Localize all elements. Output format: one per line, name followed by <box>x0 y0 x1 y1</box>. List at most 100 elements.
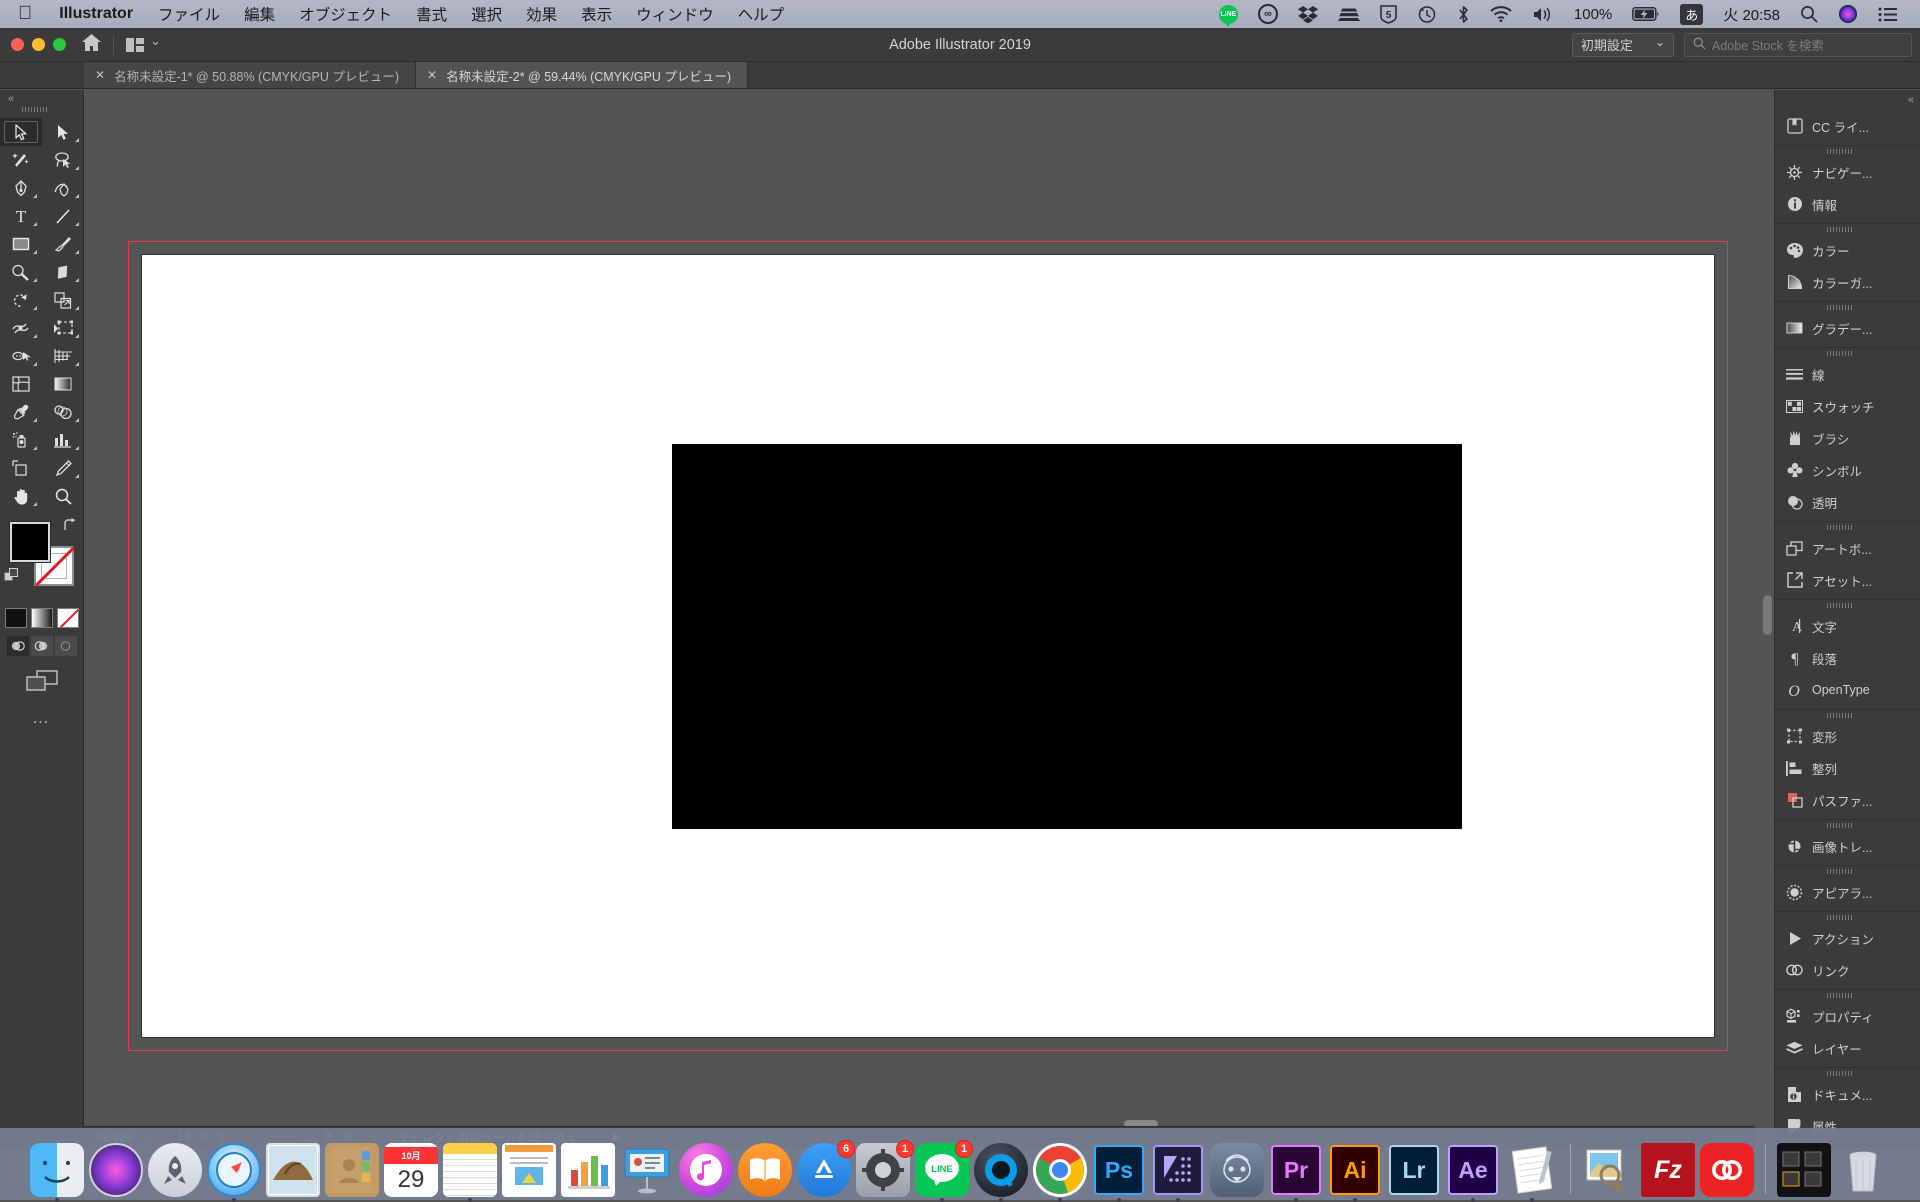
panel-artboards[interactable]: アートボ... <box>1775 532 1920 564</box>
menu-effect[interactable]: 効果 <box>514 3 569 25</box>
panel-stroke[interactable]: 線 <box>1775 358 1920 390</box>
dock-item-trash[interactable] <box>1835 1142 1891 1198</box>
menu-select[interactable]: 選択 <box>459 3 514 25</box>
dock-item-blender[interactable] <box>1209 1142 1265 1198</box>
panel-pathfinder[interactable]: パスファ... <box>1775 784 1920 816</box>
draw-behind-mode-button[interactable] <box>31 636 53 656</box>
document-tab-1[interactable]: ✕ 名称未設定-1* @ 50.88% (CMYK/GPU プレビュー) <box>84 62 416 88</box>
dock-item-filezilla[interactable]: Fz <box>1640 1142 1696 1198</box>
paintbrush-tool[interactable] <box>42 230 84 258</box>
panel-align[interactable]: 整列 <box>1775 752 1920 784</box>
panel-group-grip[interactable] <box>1775 146 1920 156</box>
panel-brushes[interactable]: ブラシ <box>1775 422 1920 454</box>
adobe-stock-search[interactable]: Adobe Stock を検索 <box>1684 33 1912 57</box>
toolbar-drag-grip[interactable] <box>22 107 48 112</box>
panel-transform[interactable]: 変形 <box>1775 720 1920 752</box>
dock-item-line[interactable]: LINE 1 <box>914 1142 970 1198</box>
dock-item-calendar[interactable]: 10月 29 <box>383 1142 439 1198</box>
edit-toolbar-icon[interactable]: … <box>0 708 83 728</box>
zoom-tool[interactable] <box>42 482 84 510</box>
pen-tool[interactable] <box>0 174 42 202</box>
close-icon[interactable]: ✕ <box>95 68 105 82</box>
panel-cc-libraries[interactable]: CC ライ... <box>1775 110 1920 142</box>
close-window-button[interactable] <box>11 38 24 51</box>
close-icon[interactable]: ✕ <box>427 68 437 82</box>
collapse-toolbar-icon[interactable]: « <box>0 90 83 105</box>
dock-item-contacts[interactable] <box>324 1142 380 1198</box>
panel-group-grip[interactable] <box>1775 710 1920 720</box>
type-tool[interactable]: T <box>0 202 42 230</box>
panel-group-grip[interactable] <box>1775 522 1920 532</box>
menubar-clock[interactable]: 火 20:58 <box>1713 0 1790 28</box>
black-rectangle[interactable] <box>672 444 1462 829</box>
dock-item-dimension[interactable] <box>1150 1142 1206 1198</box>
panel-transparency[interactable]: 透明 <box>1775 486 1920 518</box>
eyedropper-tool[interactable] <box>0 398 42 426</box>
panel-color[interactable]: カラー <box>1775 234 1920 266</box>
panel-symbols[interactable]: シンボル <box>1775 454 1920 486</box>
menu-type[interactable]: 書式 <box>404 3 459 25</box>
dock-item-ibooks[interactable] <box>737 1142 793 1198</box>
menu-window[interactable]: ウィンドウ <box>624 3 726 25</box>
backup-stack-icon[interactable] <box>1328 0 1370 28</box>
line-menu-icon[interactable]: LINE <box>1209 0 1248 28</box>
mesh-tool[interactable] <box>0 370 42 398</box>
dock-item-photoshop[interactable]: Ps <box>1091 1142 1147 1198</box>
panel-color-guide[interactable]: カラーガ... <box>1775 266 1920 298</box>
symbol-sprayer-tool[interactable] <box>0 426 42 454</box>
dock-item-preview-app[interactable] <box>1581 1142 1637 1198</box>
panel-group-grip[interactable] <box>1775 302 1920 312</box>
panel-properties[interactable]: プロパティ <box>1775 1000 1920 1032</box>
canvas-vertical-scrollbar[interactable] <box>1763 125 1772 1115</box>
panel-group-grip[interactable] <box>1775 600 1920 610</box>
panel-layers[interactable]: レイヤー <box>1775 1032 1920 1064</box>
dock-item-downloads-stack[interactable] <box>1776 1142 1832 1198</box>
panel-group-grip[interactable] <box>1775 990 1920 1000</box>
menu-file[interactable]: ファイル <box>146 3 232 25</box>
battery-charging-icon[interactable] <box>1622 0 1670 28</box>
panel-gradient[interactable]: グラデー... <box>1775 312 1920 344</box>
spotlight-search-icon[interactable] <box>1790 0 1828 28</box>
wifi-icon[interactable] <box>1480 0 1522 28</box>
gradient-tool[interactable] <box>42 370 84 398</box>
dock-item-illustrator[interactable]: Ai <box>1327 1142 1383 1198</box>
panel-image-trace[interactable]: 画像トレ... <box>1775 830 1920 862</box>
none-mode-button[interactable] <box>57 608 79 628</box>
panel-info[interactable]: 情報 <box>1775 188 1920 220</box>
rotate-tool[interactable] <box>0 286 42 314</box>
panel-character[interactable]: A 文字 <box>1775 610 1920 642</box>
artboard-tool[interactable] <box>0 454 42 482</box>
document-tab-2[interactable]: ✕ 名称未設定-2* @ 59.44% (CMYK/GPU プレビュー) <box>416 62 748 88</box>
panel-group-grip[interactable] <box>1775 912 1920 922</box>
selection-tool[interactable] <box>0 118 42 146</box>
panel-swatches[interactable]: スウォッチ <box>1775 390 1920 422</box>
panel-group-grip[interactable] <box>1775 866 1920 876</box>
panel-group-grip[interactable] <box>1775 1068 1920 1078</box>
apple-logo-icon[interactable]:  <box>0 4 46 23</box>
minimize-window-button[interactable] <box>32 38 45 51</box>
dock-item-numbers[interactable] <box>560 1142 616 1198</box>
siri-icon[interactable] <box>1828 0 1868 28</box>
html5-shield-icon[interactable]: 5 <box>1370 0 1407 28</box>
draw-inside-mode-button[interactable] <box>55 636 77 656</box>
dock-item-keynote[interactable] <box>619 1142 675 1198</box>
dock-item-quicktime[interactable] <box>973 1142 1029 1198</box>
blend-tool[interactable] <box>42 398 84 426</box>
dock-item-siri[interactable] <box>88 1142 144 1198</box>
menu-view[interactable]: 表示 <box>569 3 624 25</box>
solid-color-mode-button[interactable] <box>5 608 27 628</box>
slice-tool[interactable] <box>42 454 84 482</box>
dock-item-textedit[interactable] <box>1504 1142 1560 1198</box>
dock-item-app-store[interactable]: 6 <box>796 1142 852 1198</box>
panel-paragraph[interactable]: ¶ 段落 <box>1775 642 1920 674</box>
home-icon[interactable] <box>82 34 101 56</box>
dock-item-premiere-pro[interactable]: Pr <box>1268 1142 1324 1198</box>
change-screen-mode-icon[interactable] <box>0 670 83 692</box>
arrange-documents-icon[interactable]: ⌄ <box>126 37 161 53</box>
swap-fill-stroke-icon[interactable] <box>62 518 76 537</box>
dock-item-system-preferences[interactable]: 1 <box>855 1142 911 1198</box>
direct-selection-tool[interactable] <box>42 118 84 146</box>
column-graph-tool[interactable] <box>42 426 84 454</box>
rectangle-tool[interactable] <box>0 230 42 258</box>
line-segment-tool[interactable] <box>42 202 84 230</box>
